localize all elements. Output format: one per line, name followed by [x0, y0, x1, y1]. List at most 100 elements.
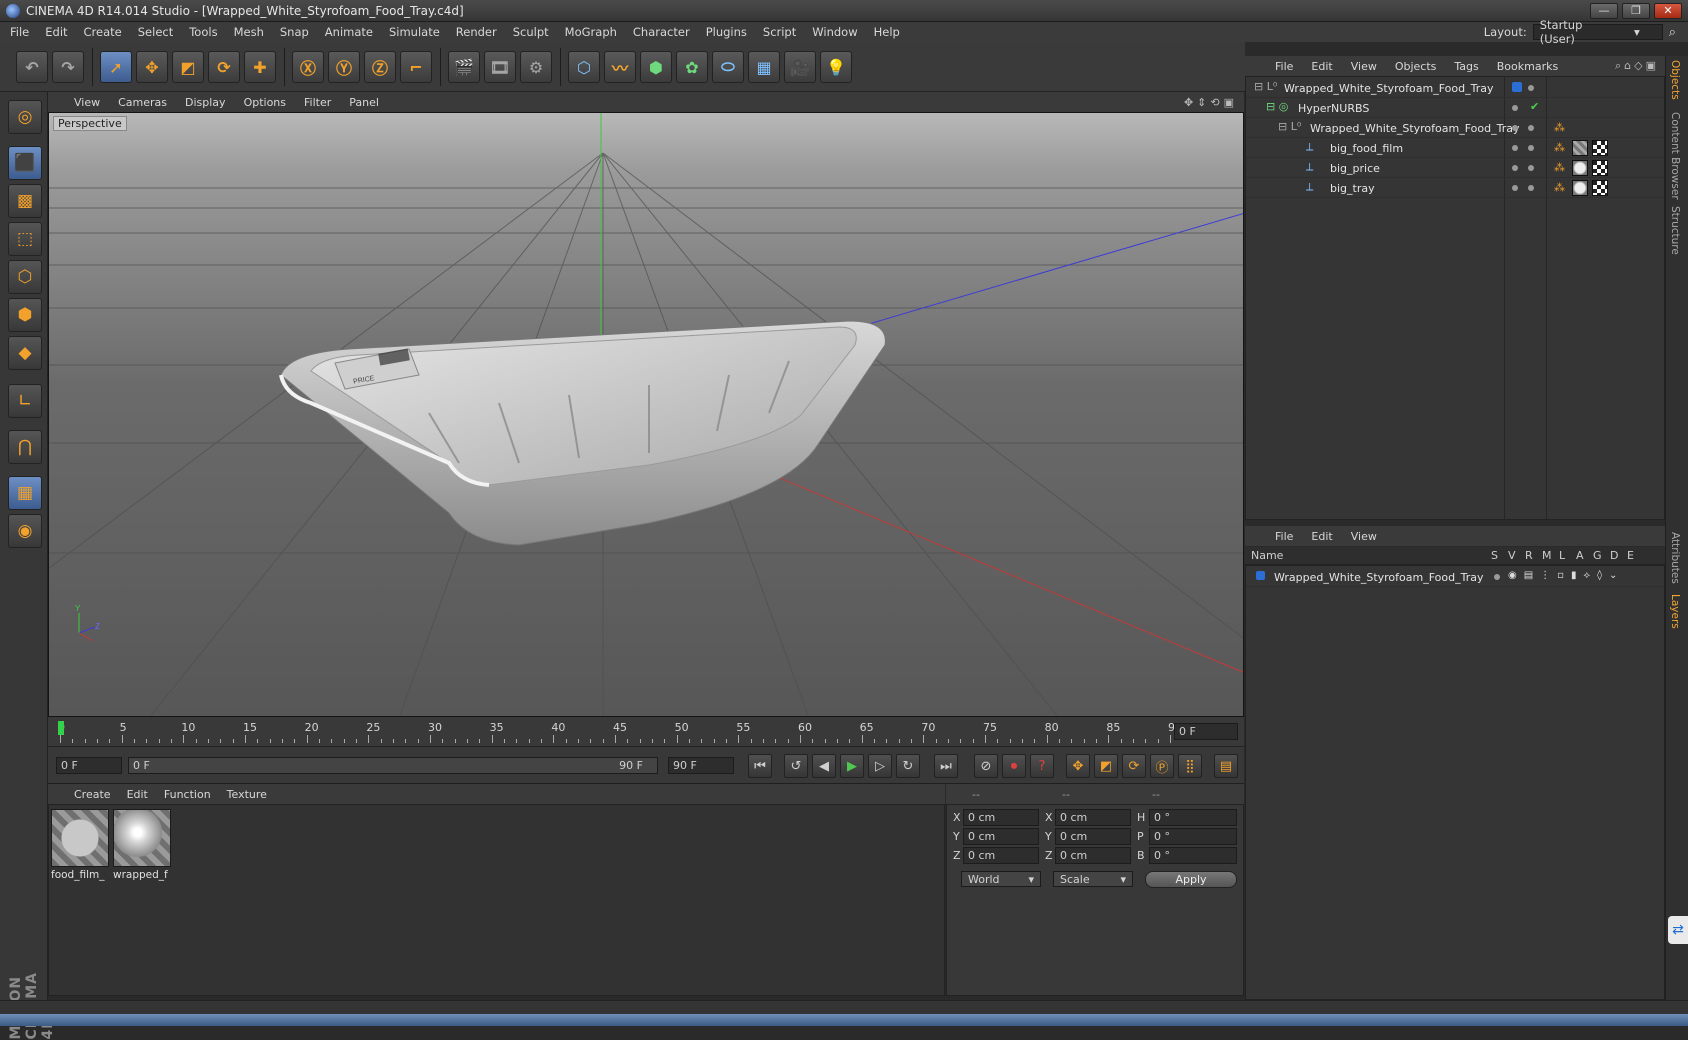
- viewport-menu-filter[interactable]: Filter: [304, 96, 331, 109]
- key-position-icon[interactable]: ✥: [1066, 754, 1090, 778]
- phong-tag-icon[interactable]: ⁂: [1554, 181, 1565, 194]
- layer-col-generators[interactable]: G: [1593, 549, 1602, 562]
- layers-menu-view[interactable]: View: [1351, 530, 1377, 543]
- menu-mograph[interactable]: MoGraph: [565, 25, 617, 39]
- recent-tool-icon[interactable]: ✚: [244, 51, 276, 83]
- key-rotation-icon[interactable]: ⟳: [1122, 754, 1146, 778]
- nurbs-generator-icon[interactable]: ⬢: [640, 51, 672, 83]
- minimize-button[interactable]: —: [1590, 3, 1618, 19]
- viewport-menu-display[interactable]: Display: [185, 96, 226, 109]
- floor-scene-icon[interactable]: ▦: [748, 51, 780, 83]
- menu-create[interactable]: Create: [84, 25, 122, 39]
- start-frame-field[interactable]: 0 F: [56, 757, 122, 774]
- viewport-menu-cameras[interactable]: Cameras: [118, 96, 167, 109]
- texture-tag-icon[interactable]: [1572, 160, 1588, 176]
- objects-menu-edit[interactable]: Edit: [1311, 60, 1332, 73]
- keyframe-selection-icon[interactable]: ?: [1030, 754, 1054, 778]
- scale-tool-icon[interactable]: ◩: [172, 51, 204, 83]
- layer-col-locked[interactable]: L: [1559, 549, 1565, 562]
- spline-pen-icon[interactable]: 〰: [604, 51, 636, 83]
- size-x-field[interactable]: 0 cm: [1055, 809, 1131, 826]
- next-frame-icon[interactable]: ▷: [868, 754, 892, 778]
- uvw-tag-icon[interactable]: [1592, 180, 1608, 196]
- deformer-icon[interactable]: ⬭: [712, 51, 744, 83]
- objects-menu-file[interactable]: File: [1275, 60, 1293, 73]
- viewport-nav-icons[interactable]: ✥⇕⟲▣: [1184, 96, 1238, 109]
- key-scale-icon[interactable]: ◩: [1094, 754, 1118, 778]
- menu-render[interactable]: Render: [456, 25, 497, 39]
- coord-mode-dropdown[interactable]: World ▾: [961, 871, 1041, 887]
- polygons-mode-icon[interactable]: ◆: [8, 336, 42, 370]
- timeline-ruler[interactable]: 051015202530354045505560657075808590 0 F: [48, 717, 1244, 747]
- pos-x-field[interactable]: 0 cm: [963, 809, 1039, 826]
- enabled-check-icon[interactable]: ✔: [1530, 100, 1539, 113]
- tab-layers[interactable]: Layers: [1669, 594, 1681, 629]
- frame-ruler[interactable]: 051015202530354045505560657075808590: [58, 721, 1182, 743]
- menu-animate[interactable]: Animate: [325, 25, 373, 39]
- end-frame-field[interactable]: 90 F: [668, 757, 734, 774]
- menu-edit[interactable]: Edit: [45, 25, 67, 39]
- magnet-snap-icon[interactable]: ⋂: [8, 430, 42, 464]
- x-axis-lock-icon[interactable]: Ⓧ: [292, 51, 324, 83]
- layers-menu-file[interactable]: File: [1275, 530, 1293, 543]
- menu-window[interactable]: Window: [812, 25, 857, 39]
- layout-dropdown[interactable]: Startup (User) ▾: [1532, 18, 1663, 46]
- tab-attributes[interactable]: Attributes: [1669, 532, 1681, 584]
- menu-simulate[interactable]: Simulate: [389, 25, 440, 39]
- next-key-icon[interactable]: ↻: [896, 754, 920, 778]
- menu-snap[interactable]: Snap: [280, 25, 309, 39]
- objects-menu-tags[interactable]: Tags: [1454, 60, 1478, 73]
- menu-character[interactable]: Character: [633, 25, 690, 39]
- layer-color-swatch[interactable]: [1256, 571, 1265, 580]
- material-menu-texture[interactable]: Texture: [227, 788, 267, 801]
- viewport-menu-options[interactable]: Options: [244, 96, 286, 109]
- key-parameter-icon[interactable]: Ⓟ: [1150, 754, 1174, 778]
- viewport-menu-panel[interactable]: Panel: [349, 96, 379, 109]
- perspective-viewport[interactable]: PRICE Y Z Perspective: [48, 112, 1244, 717]
- object-row[interactable]: Wrapped_White_Styrofoam_Food_Tray ⁂: [1246, 119, 1664, 138]
- menu-tools[interactable]: Tools: [189, 25, 217, 39]
- object-row[interactable]: HyperNURBS ✔: [1246, 99, 1664, 118]
- phong-tag-icon[interactable]: ⁂: [1554, 161, 1565, 174]
- timeline-window-icon[interactable]: ▤: [1214, 754, 1238, 778]
- move-tool-icon[interactable]: ✥: [136, 51, 168, 83]
- playhead-marker[interactable]: [58, 721, 64, 735]
- menu-select[interactable]: Select: [138, 25, 173, 39]
- edges-mode-icon[interactable]: ⬢: [8, 298, 42, 332]
- viewport-menu-view[interactable]: View: [74, 96, 100, 109]
- light-icon[interactable]: 💡: [820, 51, 852, 83]
- play-forward-icon[interactable]: ▶: [840, 754, 864, 778]
- layer-col-solo[interactable]: S: [1491, 549, 1498, 562]
- workplane-lock-icon[interactable]: ▦: [8, 476, 42, 510]
- size-z-field[interactable]: 0 cm: [1055, 847, 1131, 864]
- objects-menu-view[interactable]: View: [1351, 60, 1377, 73]
- axis-mode-icon[interactable]: ∟: [8, 384, 42, 418]
- menu-script[interactable]: Script: [763, 25, 796, 39]
- uvw-tag-icon[interactable]: [1592, 160, 1608, 176]
- menu-file[interactable]: File: [10, 25, 29, 39]
- material-menu-edit[interactable]: Edit: [127, 788, 148, 801]
- menu-plugins[interactable]: Plugins: [706, 25, 747, 39]
- camera-icon[interactable]: 🎥: [784, 51, 816, 83]
- previous-key-icon[interactable]: ↺: [784, 754, 808, 778]
- render-settings-icon[interactable]: ⚙: [520, 51, 552, 83]
- frame-range-slider[interactable]: 0 F 90 F: [128, 757, 658, 774]
- undo-icon[interactable]: ↶: [16, 51, 48, 83]
- rot-b-field[interactable]: 0 °: [1149, 847, 1237, 864]
- redo-icon[interactable]: ↷: [52, 51, 84, 83]
- tab-structure[interactable]: Structure: [1669, 206, 1681, 255]
- z-axis-lock-icon[interactable]: Ⓩ: [364, 51, 396, 83]
- rot-h-field[interactable]: 0 °: [1149, 809, 1237, 826]
- rot-p-field[interactable]: 0 °: [1149, 828, 1237, 845]
- render-picture-viewer-icon[interactable]: 🎞: [484, 51, 516, 83]
- layer-col-manager[interactable]: M: [1542, 549, 1552, 562]
- objects-menu-bookmarks[interactable]: Bookmarks: [1497, 60, 1558, 73]
- phong-tag-icon[interactable]: ⁂: [1554, 121, 1565, 134]
- record-keys-icon[interactable]: ⊘: [974, 754, 998, 778]
- search-icon[interactable]: ⌕: [1669, 25, 1676, 40]
- close-button[interactable]: ✕: [1654, 3, 1682, 19]
- menu-sculpt[interactable]: Sculpt: [513, 25, 549, 39]
- layer-col-name[interactable]: Name: [1251, 549, 1283, 562]
- material-swatch[interactable]: wrapped_f: [113, 809, 171, 883]
- current-frame-field[interactable]: 0 F: [1174, 723, 1238, 740]
